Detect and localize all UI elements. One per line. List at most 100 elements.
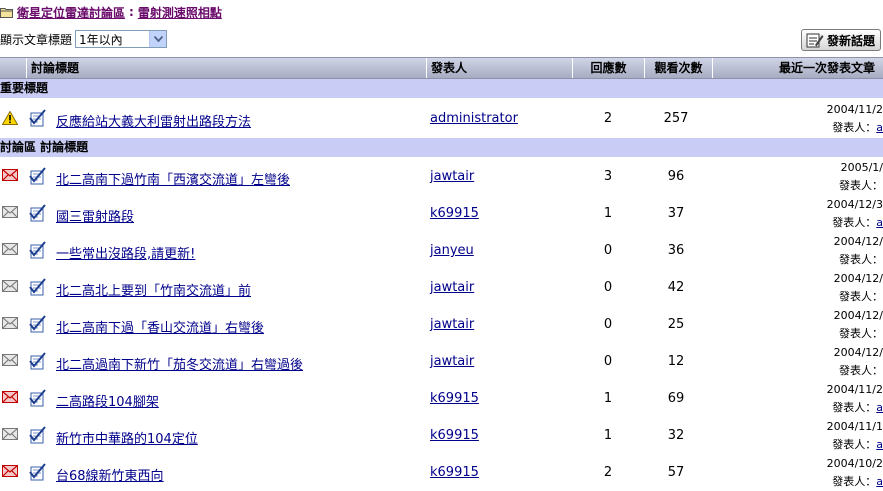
- topic-view-count: 36: [667, 243, 685, 258]
- warning-icon: [1, 110, 19, 125]
- last-post-author-label: 發表人：: [839, 253, 883, 266]
- last-post-date: 2005/1/: [840, 161, 883, 174]
- last-post-author-label: 發表人：: [839, 364, 883, 377]
- topic-row: 新竹市中華路的104定位 k69915 1 32 2004/11/1 發表人：a: [0, 417, 883, 454]
- time-range-select[interactable]: 1年以內: [75, 30, 168, 48]
- topic-title-link[interactable]: 北二高北上要到「竹南交流道」前: [56, 280, 251, 299]
- last-post-date: 2004/11/2: [826, 103, 883, 116]
- header-icon-spacer: [0, 58, 26, 78]
- last-post-author: 發表人：: [839, 177, 883, 193]
- last-post-author: 發表人：: [839, 288, 883, 304]
- topic-title-link[interactable]: 反應給站大義大利雷射出路段方法: [56, 111, 251, 130]
- last-post-author-link[interactable]: a: [876, 401, 883, 414]
- topic-view-count: 96: [667, 169, 685, 184]
- topic-check-icon: [29, 315, 46, 333]
- section-important: 重要標題: [0, 79, 883, 98]
- folder-icon: [0, 8, 13, 18]
- last-post-date: 2004/12/: [833, 346, 883, 359]
- header-poster: 發表人: [426, 58, 572, 78]
- topic-row: 一些常出沒路段,請更新! janyeu 0 36 2004/12/ 發表人：: [0, 232, 883, 269]
- topic-poster-link[interactable]: administrator: [430, 111, 518, 126]
- topic-title-link[interactable]: 台68線新竹東西向: [56, 465, 164, 484]
- topic-poster-link[interactable]: jawtair: [430, 169, 474, 184]
- topic-poster-link[interactable]: jawtair: [430, 354, 474, 369]
- topic-reply-count: 2: [603, 465, 613, 480]
- topic-title-link[interactable]: 二高路段104腳架: [56, 391, 159, 410]
- breadcrumb-separator: :: [129, 5, 134, 19]
- new-topic-button[interactable]: 發新話題: [801, 29, 881, 51]
- topic-row: 北二高南下過竹南「西濱交流道」左彎後 jawtair 3 96 2005/1/ …: [0, 158, 883, 195]
- last-post-author-link[interactable]: a: [876, 438, 883, 451]
- topic-title-link[interactable]: 一些常出沒路段,請更新!: [56, 243, 195, 262]
- last-post-author: 發表人：a: [832, 214, 883, 230]
- header-title: 討論標題: [26, 58, 426, 78]
- topic-view-count: 69: [667, 391, 685, 406]
- topic-row: 北二高南下過「香山交流道」右彎後 jawtair 0 25 2004/12/ 發…: [0, 306, 883, 343]
- envelope-icon: [2, 280, 18, 294]
- topic-reply-count: 0: [603, 317, 613, 332]
- topic-view-count: 37: [667, 206, 685, 221]
- topic-poster-link[interactable]: k69915: [430, 206, 479, 221]
- last-post-author: 發表人：a: [832, 473, 883, 489]
- topic-check-icon: [29, 389, 46, 407]
- last-post-author: 發表人：a: [832, 399, 883, 415]
- last-post-author-link[interactable]: a: [876, 216, 883, 229]
- new-topic-icon: [806, 33, 824, 48]
- envelope-icon: [2, 317, 18, 331]
- last-post-author: 發表人：: [839, 362, 883, 378]
- topic-title-link[interactable]: 新竹市中華路的104定位: [56, 428, 198, 447]
- header-views: 觀看次數: [644, 58, 712, 78]
- topic-reply-count: 1: [603, 206, 613, 221]
- topic-check-icon: [29, 463, 46, 481]
- envelope-icon: [2, 243, 18, 257]
- topic-reply-count: 1: [603, 391, 613, 406]
- topic-row: 國三雷射路段 k69915 1 37 2004/12/3 發表人：a: [0, 195, 883, 232]
- section-discussion: 討論區 討論標題: [0, 138, 883, 157]
- topic-row: 台68線新竹東西向 k69915 2 57 2004/10/2 發表人：a: [0, 454, 883, 491]
- header-last-post: 最近一次發表文章: [712, 58, 883, 78]
- topic-title-link[interactable]: 北二高過南下新竹「茄冬交流道」右彎過後: [56, 354, 303, 373]
- header-replies: 回應數: [572, 58, 644, 78]
- last-post-date: 2004/12/: [833, 272, 883, 285]
- last-post-date: 2004/10/2: [826, 457, 883, 470]
- last-post-author-label: 發表人：: [839, 327, 883, 340]
- envelope-icon: [2, 428, 18, 442]
- topic-view-count: 42: [667, 280, 685, 295]
- chevron-down-icon[interactable]: [149, 31, 167, 47]
- last-post-author: 發表人：: [839, 251, 883, 267]
- last-post-author: 發表人：: [839, 325, 883, 341]
- topic-reply-count: 0: [603, 280, 613, 295]
- last-post-date: 2004/12/: [833, 235, 883, 248]
- topic-row: 北二高過南下新竹「茄冬交流道」右彎過後 jawtair 0 12 2004/12…: [0, 343, 883, 380]
- envelope-icon: [2, 206, 18, 220]
- last-post-author-label: 發表人：: [832, 216, 877, 229]
- topic-row: 二高路段104腳架 k69915 1 69 2004/11/2 發表人：a: [0, 380, 883, 417]
- topic-poster-link[interactable]: jawtair: [430, 317, 474, 332]
- topic-view-count: 25: [667, 317, 685, 332]
- topic-poster-link[interactable]: k69915: [430, 465, 479, 480]
- topic-view-count: 257: [663, 111, 689, 126]
- topic-view-count: 12: [667, 354, 685, 369]
- topic-poster-link[interactable]: k69915: [430, 391, 479, 406]
- time-range-value: 1年以內: [79, 32, 123, 47]
- breadcrumb-forum-link[interactable]: 衛星定位雷達討論區: [17, 4, 125, 21]
- topic-title-link[interactable]: 北二高南下過竹南「西濱交流道」左彎後: [56, 169, 290, 188]
- topic-check-icon: [29, 278, 46, 296]
- topic-check-icon: [29, 241, 46, 259]
- topic-check-icon: [29, 167, 46, 185]
- envelope-icon: [2, 354, 18, 368]
- last-post-author-link[interactable]: a: [876, 475, 883, 488]
- topic-reply-count: 0: [603, 243, 613, 258]
- topic-poster-link[interactable]: jawtair: [430, 280, 474, 295]
- last-post-author-link[interactable]: a: [876, 121, 883, 134]
- last-post-author-label: 發表人：: [832, 475, 877, 488]
- topic-check-icon: [29, 352, 46, 370]
- last-post-date: 2004/11/2: [826, 383, 883, 396]
- topic-reply-count: 3: [603, 169, 613, 184]
- topic-poster-link[interactable]: janyeu: [430, 243, 474, 258]
- topic-title-link[interactable]: 國三雷射路段: [56, 206, 134, 225]
- topic-poster-link[interactable]: k69915: [430, 428, 479, 443]
- topic-title-link[interactable]: 北二高南下過「香山交流道」右彎後: [56, 317, 264, 336]
- breadcrumb-board-link[interactable]: 雷射測速照相點: [138, 4, 222, 21]
- topic-view-count: 32: [667, 428, 685, 443]
